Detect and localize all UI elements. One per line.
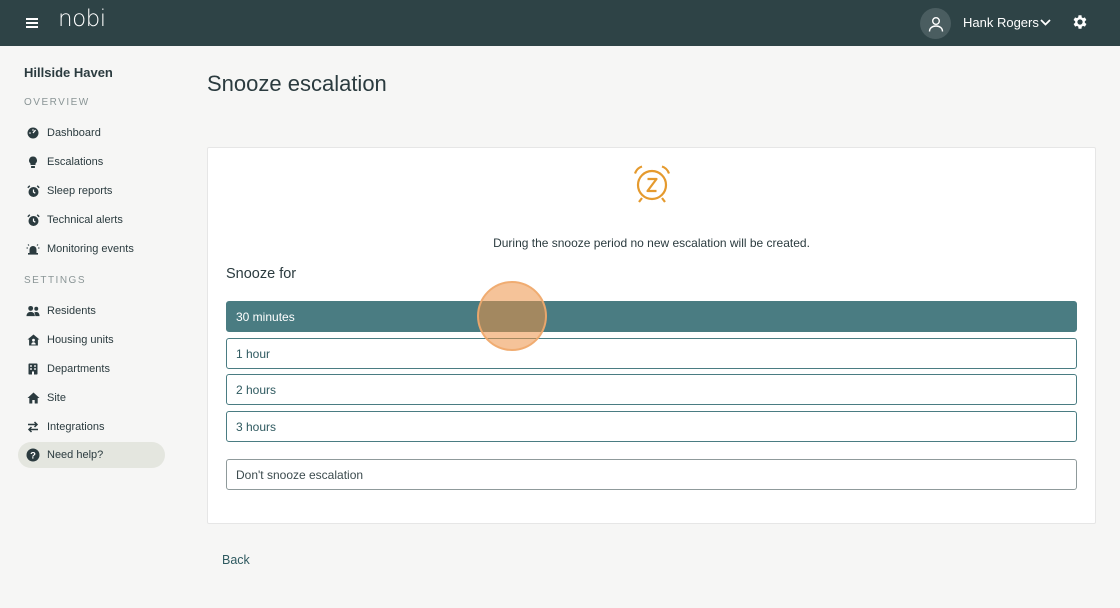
sidebar-item-label: Integrations — [47, 421, 105, 433]
page-title: Snooze escalation — [207, 71, 387, 96]
sidebar-item-integrations[interactable]: Integrations — [18, 414, 165, 440]
sidebar-item-dashboard[interactable]: Dashboard — [18, 120, 165, 146]
sidebar-item-label: Site — [47, 392, 66, 404]
sidebar: Hillside Haven OVERVIEW Dashboard Escala… — [0, 46, 180, 608]
snooze-alarm-clock-icon — [632, 164, 672, 209]
snooze-option-2-hours[interactable]: 2 hours — [226, 374, 1077, 405]
sidebar-item-residents[interactable]: Residents — [18, 298, 165, 324]
sidebar-item-site[interactable]: Site — [18, 385, 165, 411]
snooze-option-3-hours[interactable]: 3 hours — [226, 411, 1077, 442]
user-name[interactable]: Hank Rogers — [963, 15, 1039, 30]
top-bar: nobi Hank Rogers — [0, 0, 1120, 46]
dont-snooze-button[interactable]: Don't snooze escalation — [226, 459, 1077, 490]
snooze-card: During the snooze period no new escalati… — [207, 147, 1096, 524]
sidebar-item-label: Monitoring events — [47, 243, 134, 255]
sidebar-item-label: Dashboard — [47, 127, 101, 139]
site-name: Hillside Haven — [24, 65, 113, 80]
settings-section-label: SETTINGS — [24, 275, 87, 286]
lightbulb-icon — [26, 155, 40, 169]
overview-section-label: OVERVIEW — [24, 97, 90, 108]
sidebar-item-label: Escalations — [47, 156, 104, 168]
gear-icon[interactable] — [1071, 13, 1089, 36]
snooze-notice: During the snooze period no new escalati… — [493, 236, 810, 250]
users-icon — [26, 304, 40, 318]
arrows-exchange-icon — [26, 420, 40, 434]
sidebar-item-technical-alerts[interactable]: Technical alerts — [18, 207, 165, 233]
question-icon: ? — [26, 448, 40, 462]
alarm-clock-icon — [26, 184, 40, 198]
sidebar-item-label: Residents — [47, 305, 96, 317]
siren-icon — [26, 242, 40, 256]
need-help-button[interactable]: ? Need help? — [18, 442, 165, 468]
sidebar-item-label: Technical alerts — [47, 214, 123, 226]
sidebar-item-label: Sleep reports — [47, 185, 113, 197]
sidebar-item-sleep-reports[interactable]: Sleep reports — [18, 178, 165, 204]
need-help-label: Need help? — [47, 449, 104, 461]
sidebar-item-housing-units[interactable]: Housing units — [18, 327, 165, 353]
snooze-for-heading: Snooze for — [226, 266, 297, 282]
sidebar-item-label: Departments — [47, 363, 110, 375]
alarm-clock-icon — [26, 213, 40, 227]
chevron-down-icon[interactable] — [1039, 16, 1052, 34]
hamburger-menu-icon[interactable] — [24, 14, 40, 32]
house-user-icon — [26, 333, 40, 347]
sidebar-item-departments[interactable]: Departments — [18, 356, 165, 382]
svg-text:?: ? — [30, 450, 36, 461]
sidebar-item-escalations[interactable]: Escalations — [18, 149, 165, 175]
snooze-option-30-minutes[interactable]: 30 minutes — [226, 301, 1077, 332]
back-link[interactable]: Back — [222, 553, 250, 567]
dashboard-icon — [26, 126, 40, 140]
building-icon — [26, 362, 40, 376]
user-avatar-icon[interactable] — [920, 8, 951, 39]
snooze-option-1-hour[interactable]: 1 hour — [226, 338, 1077, 369]
sidebar-item-monitoring-events[interactable]: Monitoring events — [18, 236, 165, 262]
home-icon — [26, 391, 40, 405]
sidebar-item-label: Housing units — [47, 334, 114, 346]
nobi-logo[interactable]: nobi — [58, 6, 106, 32]
